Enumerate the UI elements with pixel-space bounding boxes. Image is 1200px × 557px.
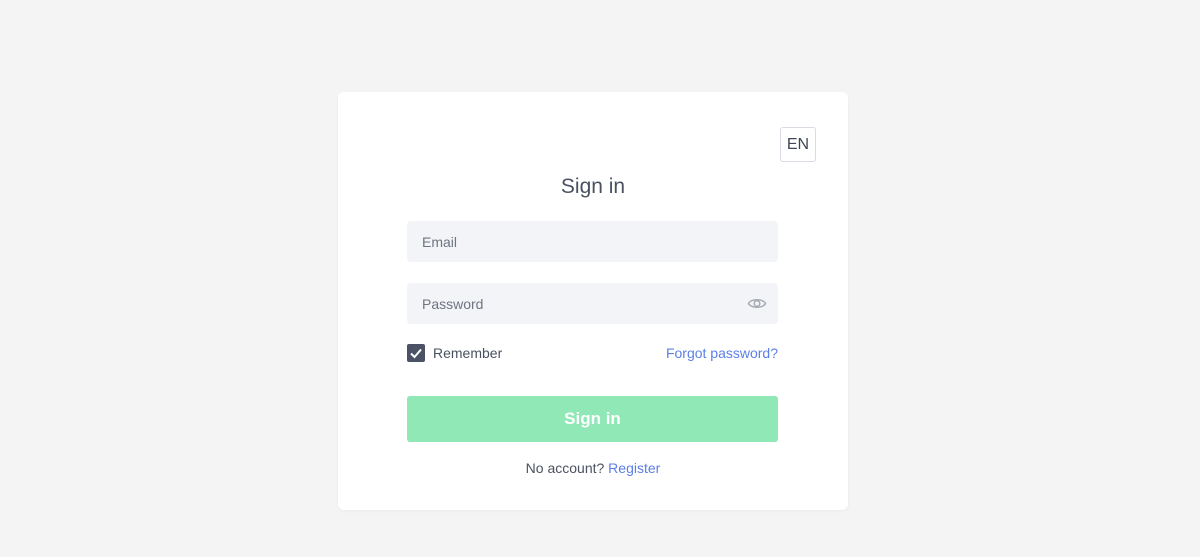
- eye-icon[interactable]: [747, 295, 767, 312]
- remember-checkbox[interactable]: Remember: [407, 344, 502, 362]
- sign-in-card: EN Sign in Remember Forgot password? Sig…: [338, 92, 848, 510]
- register-prompt: No account? Register: [338, 460, 848, 476]
- forgot-password-link[interactable]: Forgot password?: [666, 345, 778, 361]
- no-account-text: No account?: [525, 460, 605, 476]
- password-field-container: [407, 283, 778, 324]
- remember-label: Remember: [433, 345, 503, 361]
- page-title: Sign in: [560, 175, 626, 198]
- email-field-container: [407, 221, 778, 262]
- checkbox-box[interactable]: [407, 344, 425, 362]
- register-link[interactable]: Register: [608, 460, 660, 476]
- email-input[interactable]: [407, 221, 778, 262]
- password-input[interactable]: [407, 283, 778, 324]
- sign-in-button[interactable]: Sign in: [407, 396, 778, 442]
- language-button[interactable]: EN: [780, 127, 816, 162]
- checkmark-icon: [410, 348, 422, 359]
